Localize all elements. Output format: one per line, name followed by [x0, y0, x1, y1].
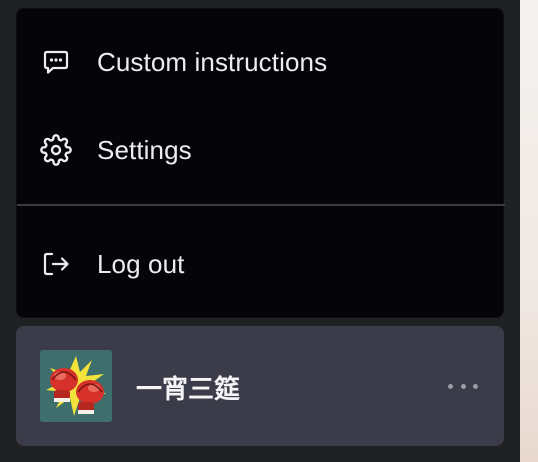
- dot: [473, 383, 478, 389]
- menu-item-label: Custom instructions: [97, 46, 328, 77]
- menu-item-settings[interactable]: Settings: [17, 118, 505, 182]
- logout-icon: [40, 248, 72, 280]
- account-menu: Custom instructions Settings Log out: [16, 8, 505, 318]
- chat-bubble-icon: [40, 46, 72, 78]
- menu-item-label: Settings: [97, 134, 192, 165]
- menu-item-label: Log out: [97, 248, 185, 279]
- page-background: [520, 0, 538, 462]
- menu-item-custom-instructions[interactable]: Custom instructions: [17, 30, 505, 94]
- menu-item-log-out[interactable]: Log out: [17, 232, 505, 296]
- dot: [460, 383, 466, 389]
- sidebar: Custom instructions Settings Log out 一宵三…: [0, 0, 520, 462]
- menu-divider: [17, 204, 505, 206]
- dot: [448, 383, 453, 389]
- ellipsis-icon[interactable]: [448, 376, 478, 396]
- avatar: [40, 350, 112, 422]
- boxing-gloves-avatar: [40, 350, 112, 422]
- gear-icon: [40, 134, 72, 166]
- user-name: 一宵三筵: [136, 375, 241, 405]
- user-account-button[interactable]: 一宵三筵: [16, 326, 504, 446]
